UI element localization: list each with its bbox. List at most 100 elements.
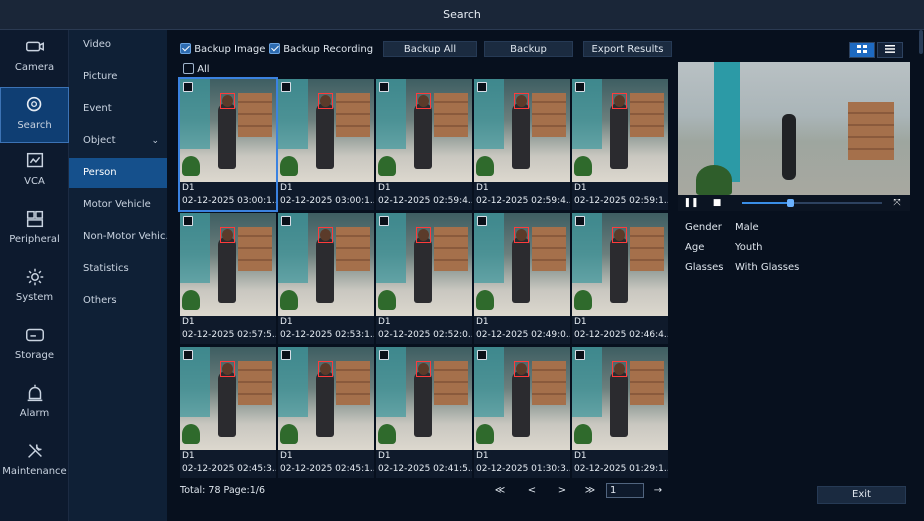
thumbnail-card[interactable]: D1 02-12-2025 02:59:1... (572, 79, 668, 210)
thumbnail-card[interactable]: D1 02-12-2025 02:52:0... (376, 213, 472, 344)
preview-pillar (714, 62, 740, 182)
snapshot-boxes (336, 93, 370, 137)
snapshot-plant (476, 290, 494, 310)
nav-search[interactable]: Search (0, 87, 69, 143)
prev-page-button[interactable]: < (521, 483, 543, 499)
camera-icon (25, 41, 44, 52)
thumbnail-checkbox[interactable] (575, 82, 585, 92)
thumbnail-checkbox[interactable] (575, 216, 585, 226)
last-page-button[interactable]: ≫ (579, 483, 601, 499)
search-subnav: Video Picture Event Object ⌄ Person Motor… (69, 30, 167, 521)
nav-system[interactable]: System (0, 260, 69, 316)
thumbnail-checkbox[interactable] (379, 216, 389, 226)
nav-peripheral[interactable]: Peripheral (0, 202, 69, 258)
vca-icon (26, 152, 43, 168)
face-detection-box (318, 93, 333, 109)
subnav-others[interactable]: Others (69, 286, 167, 316)
list-view-button[interactable] (877, 42, 903, 58)
nav-alarm[interactable]: Alarm (0, 376, 69, 432)
thumbnail-checkbox[interactable] (281, 216, 291, 226)
snapshot-boxes (238, 227, 272, 271)
thumbnail-card[interactable]: D1 02-12-2025 03:00:1... (178, 77, 278, 212)
subnav-statistics[interactable]: Statistics (69, 254, 167, 284)
page-number-input[interactable] (606, 483, 644, 498)
person-snapshot (572, 213, 668, 316)
select-all-checkbox[interactable]: All (183, 63, 210, 75)
subnav-object[interactable]: Object ⌄ (69, 126, 167, 156)
snapshot-plant (378, 424, 396, 444)
thumbnail-checkbox[interactable] (281, 350, 291, 360)
grid-view-button[interactable] (849, 42, 875, 58)
playback-progress-knob[interactable] (786, 199, 794, 207)
stop-button[interactable]: ■ (708, 195, 726, 211)
exit-button[interactable]: Exit (817, 486, 906, 504)
snapshot-boxes (630, 361, 664, 405)
thumbnail-timestamp: 02-12-2025 03:00:1... (182, 196, 276, 206)
thumbnail-card[interactable]: D1 02-12-2025 01:29:1... (572, 347, 668, 478)
thumbnail-checkbox[interactable] (477, 216, 487, 226)
snapshot-plant (476, 424, 494, 444)
snapshot-plant (378, 290, 396, 310)
subnav-video-label: Video (83, 39, 112, 50)
thumbnail-timestamp: 02-12-2025 02:49:0... (476, 330, 570, 340)
backup-all-button[interactable]: Backup All (383, 41, 477, 57)
nav-vca[interactable]: VCA (0, 144, 69, 200)
thumbnail-card[interactable]: D1 02-12-2025 02:57:5... (180, 213, 276, 344)
subnav-picture[interactable]: Picture (69, 62, 167, 92)
thumbnail-card[interactable]: D1 02-12-2025 02:53:1... (278, 213, 374, 344)
pause-button[interactable]: ❚❚ (682, 195, 700, 211)
thumbnail-card[interactable]: D1 02-12-2025 02:59:4... (376, 79, 472, 210)
playback-progress-slider[interactable] (742, 199, 882, 207)
subnav-motor-vehicle[interactable]: Motor Vehicle (69, 190, 167, 220)
snapshot-plant (280, 156, 298, 176)
thumbnail-checkbox[interactable] (379, 82, 389, 92)
face-detection-box (220, 227, 235, 243)
nav-camera[interactable]: Camera (0, 30, 69, 86)
thumbnail-card[interactable]: D1 02-12-2025 02:46:4... (572, 213, 668, 344)
thumbnail-card[interactable]: D1 02-12-2025 03:00:1... (278, 79, 374, 210)
playback-preview[interactable] (678, 62, 910, 195)
subnav-non-motor-vehicle[interactable]: Non-Motor Vehic.. (69, 222, 167, 252)
thumbnail-camera: D1 (182, 451, 195, 461)
subnav-video[interactable]: Video (69, 30, 167, 60)
nav-maintenance[interactable]: Maintenance (0, 434, 69, 490)
go-page-button[interactable]: → (647, 483, 669, 499)
nav-maintenance-label: Maintenance (2, 466, 67, 477)
thumbnail-checkbox[interactable] (379, 350, 389, 360)
thumbnail-card[interactable]: D1 02-12-2025 01:30:3... (474, 347, 570, 478)
snapshot-person (218, 103, 236, 169)
snapshot-person (218, 371, 236, 437)
thumbnail-checkbox[interactable] (477, 82, 487, 92)
thumbnail-checkbox[interactable] (183, 350, 193, 360)
thumbnail-card[interactable]: D1 02-12-2025 02:41:5... (376, 347, 472, 478)
thumbnail-checkbox[interactable] (281, 82, 291, 92)
thumbnail-card[interactable]: D1 02-12-2025 02:59:4... (474, 79, 570, 210)
thumbnail-checkbox[interactable] (183, 82, 193, 92)
subnav-event[interactable]: Event (69, 94, 167, 124)
nav-search-label: Search (17, 120, 52, 131)
nav-vca-label: VCA (24, 176, 45, 187)
next-page-button[interactable]: > (551, 483, 573, 499)
thumbnail-checkbox[interactable] (575, 350, 585, 360)
thumbnail-checkbox[interactable] (477, 350, 487, 360)
fullscreen-button[interactable]: ⤧ (888, 195, 906, 211)
person-snapshot (572, 347, 668, 450)
scrollbar[interactable] (919, 30, 923, 54)
export-results-button[interactable]: Export Results (583, 41, 672, 57)
nav-storage[interactable]: Storage (0, 318, 69, 374)
snapshot-boxes (630, 93, 664, 137)
thumbnail-checkbox[interactable] (183, 216, 193, 226)
person-snapshot (278, 213, 374, 316)
first-page-button[interactable]: ≪ (489, 483, 511, 499)
person-snapshot (572, 79, 668, 182)
backup-button[interactable]: Backup (484, 41, 573, 57)
thumbnail-camera: D1 (280, 451, 293, 461)
thumbnail-card[interactable]: D1 02-12-2025 02:45:3... (180, 347, 276, 478)
face-detection-box (514, 361, 529, 377)
thumbnail-card[interactable]: D1 02-12-2025 02:49:0... (474, 213, 570, 344)
backup-recording-checkbox[interactable]: Backup Recording (269, 43, 373, 55)
face-detection-box (612, 93, 627, 109)
thumbnail-card[interactable]: D1 02-12-2025 02:45:1... (278, 347, 374, 478)
backup-image-checkbox[interactable]: Backup Image (180, 43, 265, 55)
subnav-person[interactable]: Person (69, 158, 167, 188)
